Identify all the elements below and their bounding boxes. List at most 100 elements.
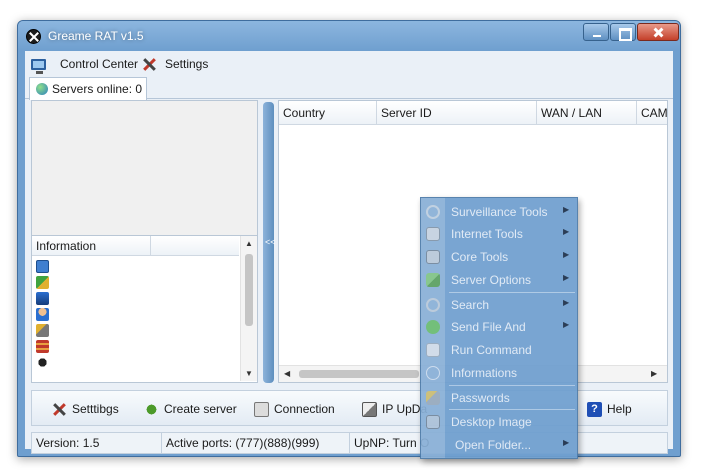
gear-icon[interactable] xyxy=(36,356,49,369)
menu-bar: Control Center Settings xyxy=(25,51,673,77)
bug-icon xyxy=(144,401,159,417)
user-icon[interactable] xyxy=(36,308,49,321)
menu-item-desktop-image[interactable]: Desktop Image xyxy=(421,411,577,433)
menu-item-core-tools[interactable]: Core Tools ▶ xyxy=(421,246,577,268)
submenu-arrow-icon: ▶ xyxy=(563,205,570,214)
menu-item-label: Core Tools xyxy=(451,250,509,264)
submenu-arrow-icon: ▶ xyxy=(563,320,570,329)
close-button[interactable] xyxy=(637,23,679,41)
help-button-label: Help xyxy=(607,402,632,416)
menu-control-center[interactable]: Control Center xyxy=(31,55,139,74)
desktop-icon[interactable] xyxy=(36,292,49,305)
status-upnp: UpNP: Turn O xyxy=(354,436,430,450)
info-vertical-scrollbar[interactable]: ▲ ▼ xyxy=(240,236,257,381)
menu-separator xyxy=(449,385,575,386)
monitor-icon xyxy=(31,58,46,74)
menu-item-label: Search xyxy=(451,298,490,312)
key-icon[interactable] xyxy=(36,324,49,337)
menu-item-label: Internet Tools xyxy=(451,227,523,241)
menu-separator xyxy=(449,292,575,293)
connection-button[interactable]: Connection xyxy=(254,400,335,418)
minimize-button[interactable] xyxy=(583,23,609,41)
information-list[interactable]: Information ▲ ▼ xyxy=(32,235,257,382)
column-country[interactable]: Country xyxy=(279,101,377,125)
collapse-arrows-icon[interactable]: << xyxy=(265,237,276,247)
column-server-id[interactable]: Server ID xyxy=(377,101,537,125)
fingerprint-icon xyxy=(426,205,440,219)
firewall-icon[interactable] xyxy=(36,340,49,353)
create-server-button[interactable]: Create server xyxy=(144,400,237,418)
monitor-icon[interactable] xyxy=(36,260,49,273)
menu-separator xyxy=(449,409,575,410)
connection-icon xyxy=(254,401,269,417)
settings-button-label: Setttibgs xyxy=(72,402,119,416)
send-file-icon xyxy=(426,320,440,334)
key-icon xyxy=(426,391,440,405)
ip-update-button[interactable]: IP UpDa xyxy=(362,400,427,418)
submenu-arrow-icon: ▶ xyxy=(563,227,570,236)
column-wan-lan[interactable]: WAN / LAN xyxy=(537,101,637,125)
tab-servers-online-label: Servers online: 0 xyxy=(52,82,143,96)
scroll-right-icon[interactable]: ▶ xyxy=(651,369,657,378)
info-icon xyxy=(426,366,440,380)
title-bar[interactable]: Greame RAT v1.5 xyxy=(18,21,680,51)
globe-icon xyxy=(36,83,48,95)
main-window: Greame RAT v1.5 Control Center Settings … xyxy=(17,20,681,457)
menu-item-open-folder[interactable]: Open Folder... ▶ xyxy=(421,434,577,456)
maximize-button[interactable] xyxy=(610,23,636,41)
menu-item-label: Desktop Image xyxy=(451,415,532,429)
help-button[interactable]: ? Help xyxy=(587,400,632,418)
menu-item-label: Server Options xyxy=(451,273,532,287)
tab-servers-online[interactable]: Servers online: 0 xyxy=(29,77,147,100)
tools-icon xyxy=(142,57,157,71)
menu-item-run-command[interactable]: Run Command xyxy=(421,339,577,361)
menu-item-label: Run Command xyxy=(451,343,532,357)
scroll-left-icon[interactable]: ◀ xyxy=(284,369,290,378)
status-active-ports: Active ports: (777)(888)(999) xyxy=(162,433,350,453)
information-header-label: Information xyxy=(36,238,97,253)
menu-item-label: Passwords xyxy=(451,391,510,405)
tools-icon xyxy=(52,402,67,416)
run-icon xyxy=(426,343,440,357)
tools-icon xyxy=(426,250,440,264)
menu-item-send-file-and[interactable]: Send File And ▶ xyxy=(421,316,577,338)
window-title: Greame RAT v1.5 xyxy=(48,29,144,43)
scroll-thumb[interactable] xyxy=(245,254,253,326)
column-separator xyxy=(150,236,155,256)
menu-item-informations[interactable]: Informations xyxy=(421,362,577,384)
help-icon: ? xyxy=(587,401,602,417)
menu-item-passwords[interactable]: Passwords xyxy=(421,387,577,409)
printer-icon xyxy=(426,227,440,241)
menu-item-internet-tools[interactable]: Internet Tools ▶ xyxy=(421,223,577,245)
connection-button-label: Connection xyxy=(274,402,335,416)
context-menu: Surveillance Tools ▶ Internet Tools ▶ Co… xyxy=(420,197,578,459)
desktop-image-icon xyxy=(426,415,440,429)
submenu-arrow-icon: ▶ xyxy=(563,250,570,259)
column-cam[interactable]: CAM xyxy=(637,101,667,125)
menu-item-label: Open Folder... xyxy=(455,438,532,452)
information-header[interactable]: Information xyxy=(32,236,239,256)
ip-update-icon xyxy=(362,401,377,417)
menu-item-label: Surveillance Tools xyxy=(451,205,548,219)
scroll-thumb[interactable] xyxy=(299,370,419,378)
menu-settings[interactable]: Settings xyxy=(142,55,208,73)
menu-control-center-label: Control Center xyxy=(60,57,139,71)
menu-item-surveillance-tools[interactable]: Surveillance Tools ▶ xyxy=(421,201,577,223)
submenu-arrow-icon: ▶ xyxy=(563,438,570,447)
server-grid-header: Country Server ID WAN / LAN CAM xyxy=(279,101,667,125)
search-icon xyxy=(426,298,440,312)
scroll-up-icon[interactable]: ▲ xyxy=(245,239,253,248)
submenu-arrow-icon: ▶ xyxy=(563,273,570,282)
create-server-button-label: Create server xyxy=(164,402,237,416)
settings-button[interactable]: Setttibgs xyxy=(52,400,119,418)
menu-settings-label: Settings xyxy=(165,57,209,71)
menu-item-label: Send File And xyxy=(451,320,526,334)
app-logo-icon xyxy=(26,29,41,44)
scroll-down-icon[interactable]: ▼ xyxy=(245,369,253,378)
users-icon[interactable] xyxy=(36,276,49,289)
menu-item-label: Informations xyxy=(451,366,518,380)
left-pane: Information ▲ ▼ xyxy=(31,100,258,383)
menu-item-search[interactable]: Search ▶ xyxy=(421,294,577,316)
tab-strip: Servers online: 0 xyxy=(25,77,673,100)
menu-item-server-options[interactable]: Server Options ▶ xyxy=(421,269,577,291)
